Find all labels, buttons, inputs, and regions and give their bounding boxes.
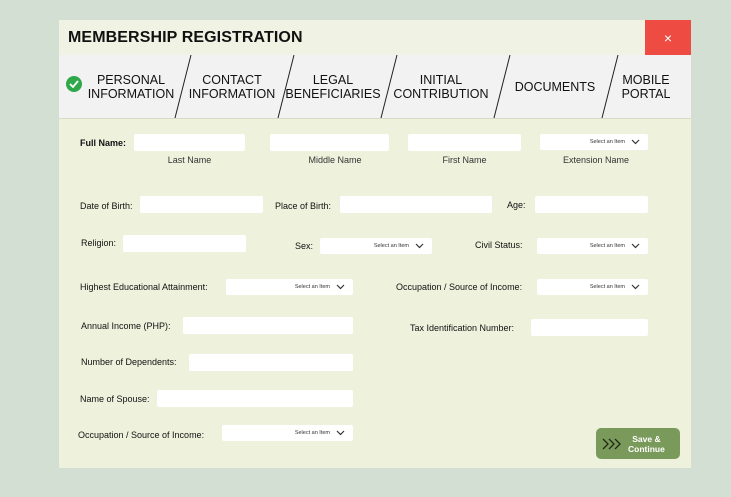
window-header: MEMBERSHIP REGISTRATION × bbox=[59, 20, 691, 55]
religion-label: Religion: bbox=[81, 238, 117, 248]
first-name-input[interactable] bbox=[408, 134, 521, 151]
date-of-birth-label: Date of Birth: bbox=[80, 201, 133, 211]
step-label: DOCUMENTS bbox=[514, 79, 596, 94]
step-label: INITIAL bbox=[419, 72, 463, 87]
sex-select[interactable]: Select an Item bbox=[320, 238, 432, 254]
dependents-label: Number of Dependents: bbox=[81, 357, 177, 367]
education-label: Highest Educational Attainment: bbox=[80, 282, 208, 292]
step-label: MOBILE bbox=[622, 72, 670, 87]
step-label: INFORMATION bbox=[87, 86, 175, 101]
step-legal-beneficiaries[interactable]: LEGAL BENEFICIARIES bbox=[285, 55, 381, 118]
education-select[interactable]: Select an Item bbox=[226, 279, 353, 295]
age-label: Age: bbox=[507, 200, 526, 210]
spouse-label: Name of Spouse: bbox=[80, 394, 150, 404]
last-name-input[interactable] bbox=[134, 134, 245, 151]
personal-information-form: Full Name: Select an Item Last Name Midd… bbox=[59, 118, 691, 468]
check-icon bbox=[66, 76, 82, 92]
step-label: CONTRIBUTION bbox=[393, 86, 489, 101]
step-label: CONTACT bbox=[202, 72, 262, 87]
spouse-occupation-label: Occupation / Source of Income: bbox=[78, 430, 205, 440]
save-continue-button[interactable]: Save & Continue bbox=[596, 428, 680, 459]
tin-label: Tax Identification Number: bbox=[410, 323, 515, 333]
first-name-caption: First Name bbox=[442, 155, 487, 165]
save-continue-label: Save & Continue bbox=[628, 434, 665, 454]
chevron-down-icon bbox=[336, 284, 345, 290]
select-placeholder: Select an Item bbox=[294, 430, 330, 436]
step-initial-contribution[interactable]: INITIAL CONTRIBUTION bbox=[392, 55, 490, 118]
civil-status-select[interactable]: Select an Item bbox=[537, 238, 648, 254]
full-name-label: Full Name: bbox=[80, 138, 127, 148]
step-contact-information[interactable]: CONTACT INFORMATION bbox=[187, 55, 277, 118]
occupation-label: Occupation / Source of Income: bbox=[396, 282, 523, 292]
select-placeholder: Select an Item bbox=[294, 284, 330, 290]
step-documents[interactable]: DOCUMENTS bbox=[509, 55, 601, 118]
step-mobile-portal[interactable]: MOBILE PORTAL bbox=[615, 55, 677, 118]
annual-income-label: Annual Income (PHP): bbox=[81, 321, 171, 331]
date-of-birth-input[interactable] bbox=[140, 196, 263, 213]
chevrons-right-icon bbox=[602, 438, 621, 449]
chevron-down-icon bbox=[336, 430, 345, 436]
window-title: MEMBERSHIP REGISTRATION bbox=[68, 29, 303, 46]
registration-window: MEMBERSHIP REGISTRATION × PERSONAL INFORM… bbox=[59, 20, 691, 468]
step-label: LEGAL bbox=[312, 72, 354, 87]
middle-name-input[interactable] bbox=[270, 134, 389, 151]
step-personal-information[interactable]: PERSONAL INFORMATION bbox=[87, 55, 175, 118]
civil-status-label: Civil Status: bbox=[475, 240, 523, 250]
place-of-birth-label: Place of Birth: bbox=[275, 201, 332, 211]
chevron-down-icon bbox=[415, 243, 424, 249]
select-placeholder: Select an Item bbox=[589, 243, 625, 249]
close-button[interactable]: × bbox=[645, 20, 691, 55]
save-label-line: Continue bbox=[628, 443, 665, 454]
spouse-occupation-select[interactable]: Select an Item bbox=[222, 425, 353, 441]
step-navigation: PERSONAL INFORMATION CONTACT INFORMATION L… bbox=[59, 55, 691, 119]
save-label-line: Save & bbox=[632, 433, 661, 444]
chevron-down-icon bbox=[631, 243, 640, 249]
step-label: PORTAL bbox=[621, 86, 671, 101]
step-label: BENEFICIARIES bbox=[285, 86, 381, 101]
spouse-input[interactable] bbox=[157, 390, 353, 407]
sex-label: Sex: bbox=[295, 241, 314, 251]
chevron-down-icon bbox=[631, 139, 640, 145]
dependents-input[interactable] bbox=[189, 354, 353, 371]
step-label: PERSONAL bbox=[96, 72, 166, 87]
last-name-caption: Last Name bbox=[167, 155, 212, 165]
close-icon: × bbox=[663, 29, 673, 46]
age-input[interactable] bbox=[535, 196, 648, 213]
middle-name-caption: Middle Name bbox=[308, 155, 362, 165]
step-label: INFORMATION bbox=[188, 86, 276, 101]
select-placeholder: Select an Item bbox=[589, 284, 625, 290]
religion-input[interactable] bbox=[123, 235, 246, 252]
chevron-down-icon bbox=[631, 284, 640, 290]
select-placeholder: Select an Item bbox=[589, 139, 625, 145]
occupation-select[interactable]: Select an Item bbox=[537, 279, 648, 295]
extension-name-select[interactable]: Select an Item bbox=[540, 134, 648, 150]
place-of-birth-input[interactable] bbox=[340, 196, 492, 213]
annual-income-input[interactable] bbox=[183, 317, 353, 334]
select-placeholder: Select an Item bbox=[373, 243, 409, 249]
extension-name-caption: Extension Name bbox=[562, 155, 630, 165]
tin-input[interactable] bbox=[531, 319, 648, 336]
